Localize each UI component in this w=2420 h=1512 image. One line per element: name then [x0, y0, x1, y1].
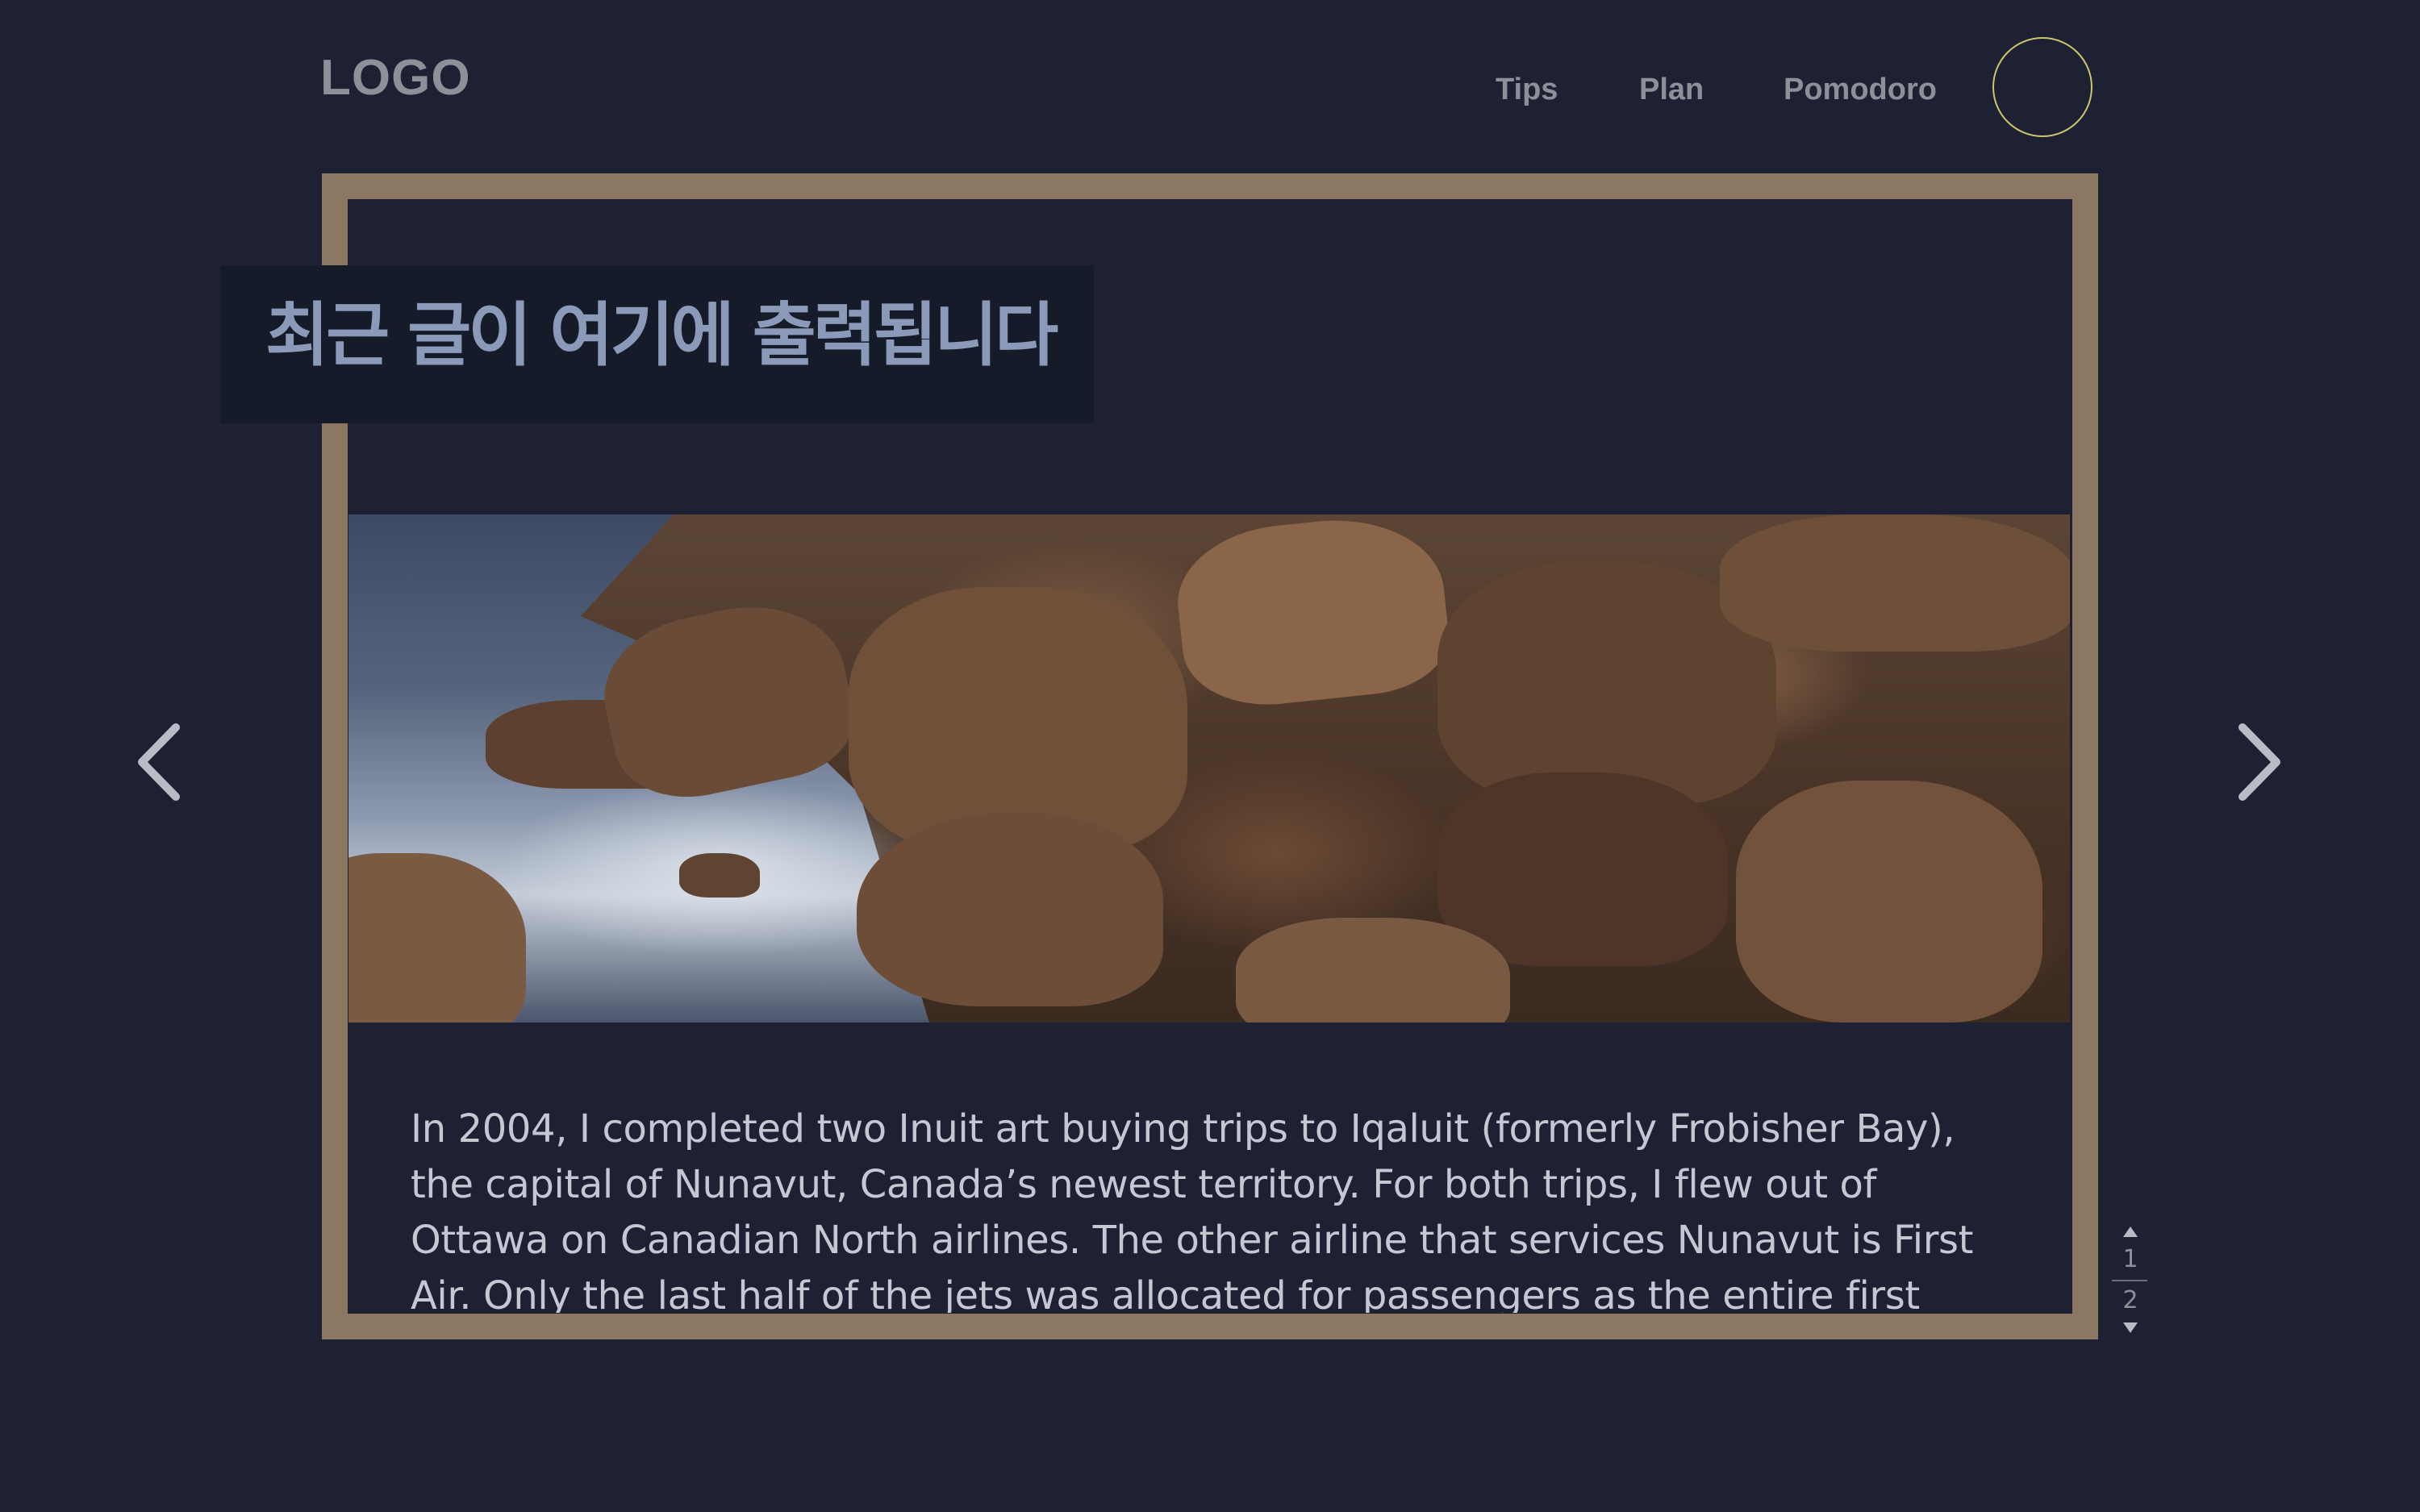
photo-rock: [1736, 781, 2042, 1023]
post-body-line: Ottawa on Canadian North airlines. The o…: [411, 1218, 1974, 1263]
avatar-button[interactable]: [1992, 37, 2092, 137]
post-body-line: In 2004, I completed two Inuit art buyin…: [411, 1106, 1955, 1152]
post-body-line: the capital of Nunavut, Canada’s newest …: [411, 1162, 1876, 1207]
nav-tips[interactable]: Tips: [1496, 74, 1558, 105]
post-title: 최근 글이 여기에 출력됩니다: [265, 295, 1058, 376]
photo-rock: [679, 853, 760, 898]
pager-divider: [2112, 1280, 2147, 1281]
photo-rock: [1236, 918, 1510, 1023]
photo-rock: [1170, 514, 1454, 714]
photo-rock: [1437, 773, 1728, 966]
photo-rock: [857, 813, 1163, 1006]
post-image: [348, 514, 2070, 1023]
triangle-down-icon[interactable]: [2123, 1322, 2138, 1333]
pager-page-2[interactable]: 2: [2107, 1289, 2154, 1313]
nav-pomodoro[interactable]: Pomodoro: [1784, 74, 1937, 105]
post-body-line: Air. Only the last half of the jets was …: [411, 1273, 1920, 1313]
pager-page-1[interactable]: 1: [2107, 1248, 2154, 1272]
pager: 1 2: [2107, 1222, 2155, 1335]
photo-rock: [1720, 514, 2070, 652]
post-body: In 2004, I completed two Inuit art buyin…: [411, 1102, 2024, 1313]
triangle-up-icon[interactable]: [2123, 1227, 2138, 1237]
nav-plan[interactable]: Plan: [1639, 74, 1704, 105]
chevron-right-icon[interactable]: [2225, 718, 2289, 806]
chevron-left-icon[interactable]: [129, 718, 194, 806]
logo[interactable]: LOGO: [320, 53, 471, 103]
post-title-box: 최근 글이 여기에 출력됩니다: [220, 265, 1094, 423]
